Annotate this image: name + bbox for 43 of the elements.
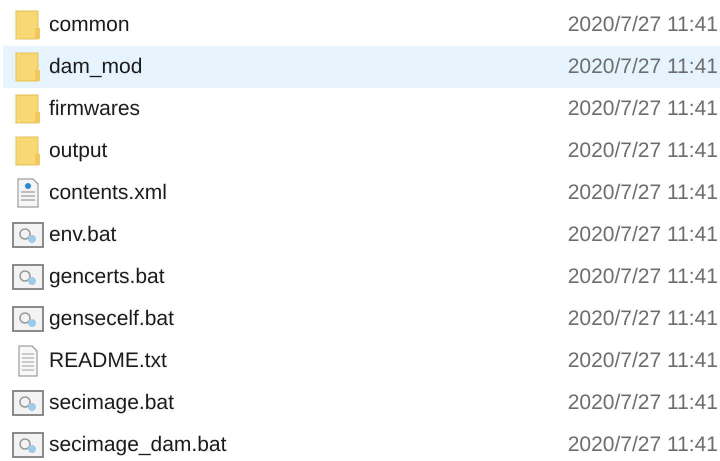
file-row[interactable]: secimage_dam.bat 2020/7/27 11:41 bbox=[3, 424, 720, 461]
gear-file-icon bbox=[12, 222, 44, 248]
file-row[interactable]: firmwares 2020/7/27 11:41 bbox=[3, 88, 720, 130]
modified-date: 2020/7/27 11:41 bbox=[568, 264, 719, 290]
modified-date: 2020/7/27 11:41 bbox=[568, 348, 719, 374]
file-row[interactable]: contents.xml 2020/7/27 11:41 bbox=[3, 172, 720, 214]
file-row[interactable]: output 2020/7/27 11:41 bbox=[3, 130, 720, 172]
file-name: gencerts.bat bbox=[49, 264, 165, 290]
file-name: firmwares bbox=[49, 96, 140, 122]
modified-date: 2020/7/27 11:41 bbox=[568, 306, 719, 332]
file-name: common bbox=[49, 12, 130, 38]
folder-icon bbox=[15, 10, 41, 40]
modified-date: 2020/7/27 11:41 bbox=[568, 222, 719, 248]
modified-date: 2020/7/27 11:41 bbox=[568, 54, 719, 80]
modified-date: 2020/7/27 11:41 bbox=[568, 138, 719, 164]
modified-date: 2020/7/27 11:41 bbox=[568, 390, 719, 416]
xml-file-icon bbox=[15, 178, 41, 208]
file-name: output bbox=[49, 138, 108, 164]
gear-file-icon bbox=[12, 264, 44, 290]
file-name: contents.xml bbox=[49, 180, 167, 206]
gear-file-icon bbox=[12, 306, 44, 332]
file-row[interactable]: common 2020/7/27 11:41 bbox=[3, 4, 720, 46]
modified-date: 2020/7/27 11:41 bbox=[568, 432, 719, 458]
file-name: dam_mod bbox=[49, 54, 142, 80]
file-name: README.txt bbox=[49, 348, 167, 374]
file-row[interactable]: README.txt 2020/7/27 11:41 bbox=[3, 340, 720, 382]
folder-icon bbox=[15, 136, 41, 166]
file-name: gensecelf.bat bbox=[49, 306, 174, 332]
file-name: secimage.bat bbox=[49, 390, 174, 416]
file-row[interactable]: dam_mod 2020/7/27 11:41 bbox=[3, 46, 720, 88]
file-row[interactable]: gencerts.bat 2020/7/27 11:41 bbox=[3, 256, 720, 298]
gear-file-icon bbox=[12, 390, 44, 416]
modified-date: 2020/7/27 11:41 bbox=[568, 12, 719, 38]
file-row[interactable]: env.bat 2020/7/27 11:41 bbox=[3, 214, 720, 256]
folder-icon bbox=[15, 52, 41, 82]
file-name: secimage_dam.bat bbox=[49, 432, 226, 458]
file-row[interactable]: gensecelf.bat 2020/7/27 11:41 bbox=[3, 298, 720, 340]
file-name: env.bat bbox=[49, 222, 116, 248]
modified-date: 2020/7/27 11:41 bbox=[568, 96, 719, 122]
folder-icon bbox=[15, 94, 41, 124]
modified-date: 2020/7/27 11:41 bbox=[568, 180, 719, 206]
file-row[interactable]: secimage.bat 2020/7/27 11:41 bbox=[3, 382, 720, 424]
gear-file-icon bbox=[12, 432, 44, 458]
